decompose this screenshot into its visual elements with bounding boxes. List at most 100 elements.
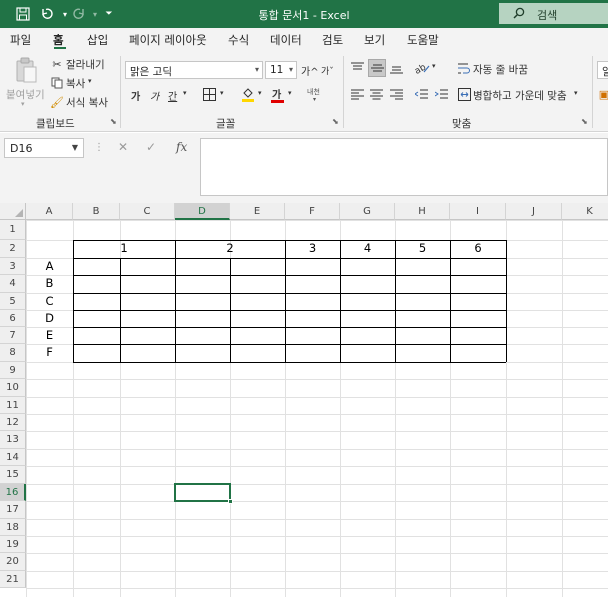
name-box[interactable]: D16 ▼ [4, 138, 84, 158]
row-header-6[interactable]: 6 [0, 310, 26, 327]
column-header-c[interactable]: C [120, 203, 175, 220]
orientation-icon[interactable]: ab [413, 59, 431, 76]
column-header-d[interactable]: D [175, 203, 230, 220]
merge-dropdown-icon: ▾ [574, 89, 578, 97]
column-header-j[interactable]: J [506, 203, 562, 220]
column-header-e[interactable]: E [230, 203, 285, 220]
row-header-16[interactable]: 16 [0, 484, 26, 501]
clipboard-launcher-icon[interactable]: ⬊ [110, 117, 117, 126]
cut-button[interactable]: ✂ 잘라내기 [50, 56, 110, 72]
row-header-19[interactable]: 19 [0, 536, 26, 553]
row-header-2[interactable]: 2 [0, 240, 26, 258]
row-header-1[interactable]: 1 [0, 220, 26, 240]
tab-file[interactable]: 파일 [10, 32, 31, 48]
increase-indent-icon[interactable] [433, 86, 450, 103]
font-color-dropdown-icon[interactable]: ▾ [288, 89, 292, 97]
row-header-12[interactable]: 12 [0, 414, 26, 431]
paste-button[interactable]: 붙여넣기 ▾ [6, 55, 45, 110]
underline-button[interactable]: 간 [168, 88, 177, 103]
fill-color-dropdown-icon[interactable]: ▾ [258, 89, 262, 97]
format-painter-button[interactable]: 🖌 서식 복사 [50, 94, 112, 110]
row-header-21[interactable]: 21 [0, 571, 26, 588]
row-header-14[interactable]: 14 [0, 449, 26, 466]
search-label: 검색 [537, 9, 558, 22]
font-group-label: 글꼴 [216, 118, 236, 130]
worksheet-grid[interactable]: A B C D E F G H I J K 1 2 3 4 5 6 7 8 9 … [0, 203, 608, 597]
grow-font-button[interactable]: 가^ [301, 63, 319, 78]
align-left-icon[interactable] [349, 86, 366, 103]
row-header-11[interactable]: 11 [0, 397, 26, 414]
font-size-value: 11 [270, 64, 284, 76]
font-name-select[interactable]: 맑은 고딕 ▾ [125, 61, 263, 79]
tab-page-layout[interactable]: 페이지 레이아웃 [129, 32, 207, 48]
formula-input[interactable] [200, 138, 608, 196]
align-center-icon[interactable] [368, 86, 385, 103]
row-header-18[interactable]: 18 [0, 519, 26, 536]
scissors-icon: ✂ [52, 57, 62, 71]
wrap-text-button[interactable]: 자동 줄 바꿈 [457, 60, 537, 78]
column-header-f[interactable]: F [285, 203, 340, 220]
cell-row-label-d: D [45, 311, 54, 325]
shrink-font-button[interactable]: 가ˇ [321, 64, 334, 77]
copy-button[interactable]: 복사 ▾ [50, 75, 110, 91]
active-cell-d16[interactable] [174, 483, 231, 502]
cancel-icon[interactable]: ✕ [118, 140, 128, 154]
font-size-select[interactable]: 11 ▾ [265, 61, 297, 79]
alignment-launcher-icon[interactable]: ⬊ [581, 117, 588, 126]
group-separator [592, 56, 593, 128]
cell-row-label-f: F [46, 345, 53, 359]
underline-dropdown-icon[interactable]: ▾ [183, 89, 187, 97]
bold-button[interactable]: 가 [131, 88, 140, 103]
fill-color-icon[interactable] [240, 86, 256, 102]
column-header-a[interactable]: A [26, 203, 73, 220]
borders-icon[interactable] [202, 87, 216, 101]
tab-formulas[interactable]: 수식 [228, 32, 249, 48]
number-format-select[interactable]: 일 [597, 61, 608, 79]
row-header-9[interactable]: 9 [0, 362, 26, 379]
currency-icon[interactable]: ▣ [598, 87, 608, 101]
insert-function-icon[interactable]: fx [176, 140, 187, 154]
column-header-i[interactable]: I [450, 203, 506, 220]
italic-button[interactable]: 가 [150, 88, 159, 103]
row-header-20[interactable]: 20 [0, 553, 26, 571]
phonetic-dropdown-icon[interactable]: ▾ [313, 96, 316, 103]
search-box[interactable]: 검색 [499, 3, 608, 24]
align-right-icon[interactable] [388, 86, 405, 103]
enter-icon[interactable]: ✓ [146, 140, 156, 154]
row-header-10[interactable]: 10 [0, 379, 26, 397]
font-launcher-icon[interactable]: ⬊ [332, 117, 339, 126]
tab-view[interactable]: 보기 [364, 32, 385, 48]
decrease-indent-icon[interactable] [413, 86, 430, 103]
align-middle-icon[interactable] [368, 59, 386, 77]
align-top-icon[interactable] [349, 59, 366, 76]
row-header-17[interactable]: 17 [0, 501, 26, 519]
row-header-4[interactable]: 4 [0, 275, 26, 293]
row-header-7[interactable]: 7 [0, 327, 26, 344]
column-header-h[interactable]: H [395, 203, 450, 220]
align-bottom-icon[interactable] [388, 59, 405, 76]
row-header-8[interactable]: 8 [0, 344, 26, 362]
borders-dropdown-icon[interactable]: ▾ [220, 89, 224, 97]
tab-help[interactable]: 도움말 [407, 32, 439, 48]
tab-review[interactable]: 검토 [322, 32, 343, 48]
row-header-5[interactable]: 5 [0, 293, 26, 310]
row-header-15[interactable]: 15 [0, 466, 26, 484]
row-header-13[interactable]: 13 [0, 431, 26, 449]
cell-header-1: 1 [120, 241, 128, 255]
column-header-b[interactable]: B [73, 203, 120, 220]
font-name-value: 맑은 고딕 [130, 66, 172, 78]
orientation-dropdown-icon[interactable]: ▾ [432, 62, 436, 70]
tab-home[interactable]: 홈 [53, 32, 64, 48]
font-color-button[interactable]: 가 [272, 86, 281, 101]
fill-handle[interactable] [228, 499, 233, 504]
column-header-g[interactable]: G [340, 203, 395, 220]
alignment-group-label: 맞춤 [452, 118, 472, 130]
row-header-3[interactable]: 3 [0, 258, 26, 275]
column-header-k[interactable]: K [562, 203, 608, 220]
select-all-button[interactable] [0, 203, 26, 220]
tab-insert[interactable]: 삽입 [87, 32, 108, 48]
merge-center-button[interactable]: 병합하고 가운데 맞춤 ▾ [457, 86, 587, 104]
tab-data[interactable]: 데이터 [270, 32, 302, 48]
group-separator [120, 56, 121, 128]
ribbon-tabs: 파일 홈 삽입 페이지 레이아웃 수식 데이터 검토 보기 도움말 [0, 28, 608, 50]
